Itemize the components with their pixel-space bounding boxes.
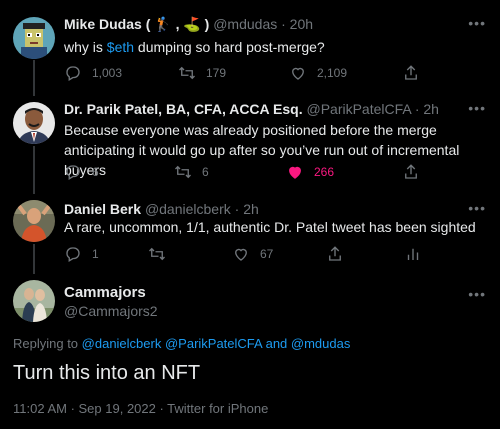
analytics-icon [407,248,419,260]
heart-icon [289,166,301,179]
replying-to: Replying to @danielcberk @ParikPatelCFA … [13,336,351,351]
tweet-header: Mike Dudas ( 🏌 , ⛳ ) @mdudas · 20h [64,15,313,33]
analytics-button[interactable] [404,244,422,264]
avatar[interactable] [13,102,55,144]
tweet-actions: 1,003 179 2,109 [64,63,424,83]
author-name[interactable]: Daniel Berk [64,201,141,217]
tweet-mdudas[interactable]: Mike Dudas ( 🏌 , ⛳ ) @mdudas · 20h ••• w… [0,15,500,87]
author-handle[interactable]: @danielcberk · 2h [145,201,259,217]
tweet-actions: 6 6 266 [64,162,424,182]
share-icon [329,246,341,261]
more-icon[interactable]: ••• [468,286,486,302]
avatar[interactable] [13,17,55,59]
share-icon [405,164,417,179]
tweet-text: A rare, uncommon, 1/1, authentic Dr. Pat… [64,219,476,235]
more-icon[interactable]: ••• [468,15,486,31]
retweet-icon [175,165,191,179]
author-handle[interactable]: @mdudas · 20h [213,16,313,32]
heart-icon [292,67,304,80]
like-count: 266 [314,165,335,179]
author-name[interactable]: Dr. Parik Patel, BA, CFA, ACCA Esq. [64,101,303,117]
reply-count: 1 [92,247,99,261]
main-author-handle[interactable]: @Cammajors2 [64,303,158,319]
mention-link[interactable]: @mdudas [291,336,350,351]
tweet-actions: 1 67 [64,244,424,264]
more-icon[interactable]: ••• [468,200,486,216]
avatar[interactable] [13,200,55,242]
share-icon [405,65,417,80]
retweet-count: 6 [202,165,209,179]
reply-count: 1,003 [92,66,123,80]
like-button[interactable]: 67 [232,244,273,264]
share-button[interactable] [402,162,420,182]
tweet-header: Daniel Berk @danielcberk · 2h [64,200,259,218]
cashtag-link[interactable]: $eth [107,39,134,55]
reply-button[interactable]: 1 [64,244,99,264]
like-count: 2,109 [317,66,348,80]
tweet-header: Dr. Parik Patel, BA, CFA, ACCA Esq. @Par… [64,100,439,118]
author-name[interactable]: Mike Dudas ( 🏌 , ⛳ ) [64,16,209,32]
main-author-name[interactable]: Cammajors [64,284,146,301]
tweet-parikpatel[interactable]: Dr. Parik Patel, BA, CFA, ACCA Esq. @Par… [0,100,500,190]
like-button[interactable]: 266 [286,162,334,182]
mention-link[interactable]: @ParikPatelCFA [165,336,262,351]
retweet-button[interactable]: 179 [178,63,226,83]
tweet-danielberk[interactable]: Daniel Berk @danielcberk · 2h ••• A rare… [0,200,500,270]
retweet-button[interactable]: 6 [174,162,209,182]
retweet-icon [179,66,195,80]
avatar[interactable] [13,280,55,322]
like-button[interactable]: 2,109 [289,63,347,83]
main-tweet-text: Turn this into an NFT [13,362,201,384]
retweet-button[interactable] [148,244,176,264]
share-button[interactable] [402,63,420,83]
more-icon[interactable]: ••• [468,100,486,116]
retweet-count: 179 [206,66,227,80]
reply-count: 6 [92,165,99,179]
reply-button[interactable]: 1,003 [64,63,122,83]
retweet-icon [149,247,165,261]
heart-icon [235,248,247,261]
mention-link[interactable]: @danielcberk [82,336,162,351]
tweet-timestamp[interactable]: 11:02 AM · Sep 19, 2022 · Twitter for iP… [13,401,268,416]
reply-icon [66,247,80,262]
share-button[interactable] [326,244,344,264]
tweet-text: why is $eth dumping so hard post-merge? [64,39,325,55]
reply-button[interactable]: 6 [64,162,99,182]
reply-icon [66,66,80,81]
reply-icon [66,165,80,180]
like-count: 67 [260,247,274,261]
author-handle[interactable]: @ParikPatelCFA · 2h [306,101,439,117]
